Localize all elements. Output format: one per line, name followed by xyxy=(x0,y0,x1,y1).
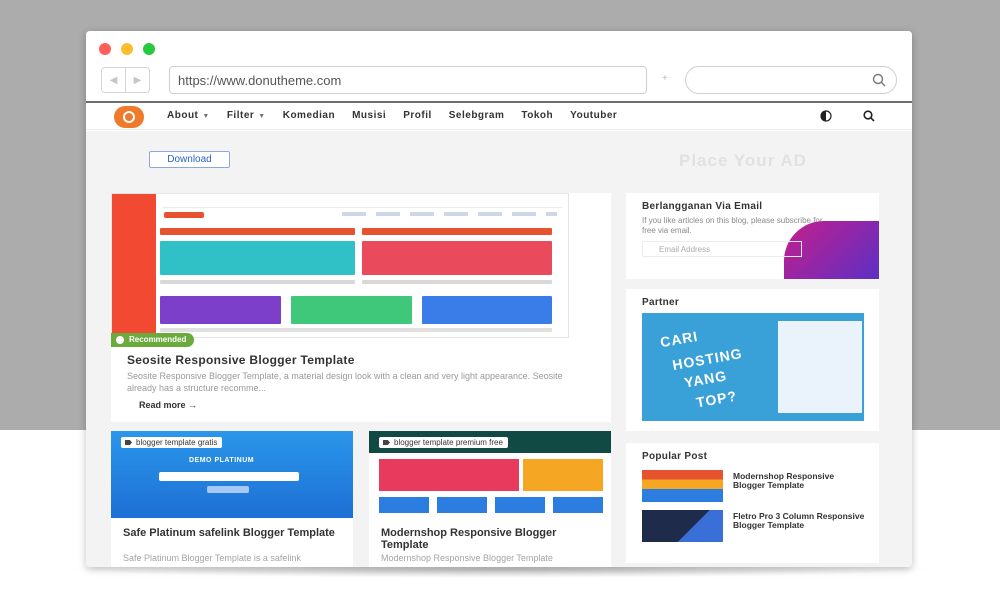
read-more-label: Read more xyxy=(139,400,186,410)
main-menu: About ▼ Filter ▼ Komedian Musisi Profil Se… xyxy=(167,110,617,121)
thumbnail-block xyxy=(362,280,552,284)
menu-item-filter[interactable]: Filter ▼ xyxy=(227,110,266,121)
chevron-down-icon: ▼ xyxy=(258,113,266,120)
popular-posts-widget: Popular Post Modernshop Responsive Blogg… xyxy=(626,443,879,563)
thumbnail-block xyxy=(291,296,412,324)
browser-search-input[interactable] xyxy=(685,66,897,94)
menu-item-tokoh[interactable]: Tokoh xyxy=(521,110,553,121)
banner-word: HOSTING xyxy=(671,344,744,374)
thumbnail-accent xyxy=(112,194,156,337)
download-button[interactable]: Download xyxy=(149,151,230,168)
post-excerpt: Safe Platinum Blogger Template is a safe… xyxy=(123,553,301,563)
banner-illustration xyxy=(778,321,862,413)
post-excerpt: Modernshop Responsive Blogger Template xyxy=(381,553,553,563)
email-subscribe-widget: Berlangganan Via Email If you like artic… xyxy=(626,193,879,279)
post-title[interactable]: Safe Platinum safelink Blogger Template xyxy=(123,527,348,539)
featured-post[interactable]: Recommended Seosite Responsive Blogger T… xyxy=(111,193,611,422)
popular-post-thumbnail[interactable] xyxy=(642,470,723,502)
thumbnail-block xyxy=(362,241,552,275)
arrow-right-icon: → xyxy=(188,400,198,410)
thumbnail-block xyxy=(362,228,552,235)
menu-item-youtuber[interactable]: Youtuber xyxy=(570,110,617,121)
menu-item-profil[interactable]: Profil xyxy=(403,110,432,121)
post-card[interactable]: blogger template premium free Modernshop… xyxy=(369,431,611,567)
post-title[interactable]: Modernshop Responsive Blogger Template xyxy=(381,527,606,551)
popular-post-thumbnail[interactable] xyxy=(642,510,723,542)
thumbnail-product-row xyxy=(379,497,603,513)
banner-word: CARI xyxy=(658,327,700,351)
popular-post-title[interactable]: Modernshop Responsive Blogger Template xyxy=(733,472,868,490)
thumbnail-block xyxy=(160,296,281,324)
search-icon[interactable] xyxy=(862,109,876,123)
ad-placeholder[interactable]: Place Your AD xyxy=(679,151,807,171)
widget-title: Popular Post xyxy=(642,451,708,462)
thumbnail-block xyxy=(160,280,355,284)
thumbnail-address-line xyxy=(162,198,562,208)
thumbnail-banner xyxy=(523,459,603,491)
back-arrow-icon: ◀ xyxy=(109,74,118,86)
thumbnail-menu xyxy=(342,212,557,216)
thumbnail-block xyxy=(422,296,552,324)
menu-item-about[interactable]: About ▼ xyxy=(167,110,210,121)
banner-word: YANG xyxy=(682,367,729,391)
thumbnail-block xyxy=(160,328,552,332)
partner-widget: Partner CARI HOSTING YANG TOP? xyxy=(626,289,879,431)
menu-item-selebgram[interactable]: Selebgram xyxy=(449,110,505,121)
thumbnail-input-mock xyxy=(159,472,299,481)
thumbnail-logo xyxy=(164,212,204,218)
post-tag[interactable]: blogger template premium free xyxy=(379,437,508,448)
forward-button[interactable]: ▶ xyxy=(125,68,149,92)
minimize-window-button[interactable] xyxy=(121,43,133,55)
maximize-window-button[interactable] xyxy=(143,43,155,55)
menu-item-label: Filter xyxy=(226,110,255,121)
popular-post-item[interactable]: Fletro Pro 3 Column Responsive Blogger T… xyxy=(642,510,864,544)
address-bar[interactable]: https://www.donutheme.com xyxy=(169,66,647,94)
read-more-link[interactable]: Read more → xyxy=(139,400,197,410)
post-card[interactable]: blogger template gratis DEMO PLATINUM Sa… xyxy=(111,431,353,567)
menu-item-musisi[interactable]: Musisi xyxy=(352,110,386,121)
menu-item-komedian[interactable]: Komedian xyxy=(283,110,335,121)
popular-post-title[interactable]: Fletro Pro 3 Column Responsive Blogger T… xyxy=(733,512,868,530)
dark-mode-toggle-icon[interactable] xyxy=(819,109,833,123)
browser-chrome: ◀ ▶ https://www.donutheme.com + xyxy=(86,31,912,103)
thumbnail-heading: DEMO PLATINUM xyxy=(189,457,255,464)
partner-banner[interactable]: CARI HOSTING YANG TOP? xyxy=(642,313,864,421)
browser-window: ◀ ▶ https://www.donutheme.com + About ▼ F… xyxy=(86,31,912,567)
back-button[interactable]: ◀ xyxy=(102,68,125,92)
post-thumbnail[interactable]: blogger template gratis DEMO PLATINUM xyxy=(111,431,353,518)
thumbnail-block xyxy=(160,241,355,275)
popular-post-item[interactable]: Modernshop Responsive Blogger Template xyxy=(642,470,864,504)
site-logo[interactable] xyxy=(114,106,144,128)
featured-post-title[interactable]: Seosite Responsive Blogger Template xyxy=(127,353,355,367)
close-window-button[interactable] xyxy=(99,43,111,55)
page-body: Download Place Your AD Recommended Seosi… xyxy=(86,131,912,567)
chevron-down-icon: ▼ xyxy=(202,113,210,120)
thumbnail-button-mock xyxy=(207,486,249,493)
new-tab-icon[interactable]: + xyxy=(662,73,668,84)
thumbnail-banner xyxy=(379,459,519,491)
site-header: About ▼ Filter ▼ Komedian Musisi Profil Se… xyxy=(86,103,912,130)
featured-post-excerpt: Seosite Responsive Blogger Template, a m… xyxy=(127,371,563,393)
forward-arrow-icon: ▶ xyxy=(133,74,142,86)
widget-title: Berlangganan Via Email xyxy=(642,201,763,212)
post-tag[interactable]: blogger template gratis xyxy=(121,437,223,448)
widget-title: Partner xyxy=(642,297,680,308)
featured-thumbnail[interactable] xyxy=(111,193,569,338)
menu-item-label: About xyxy=(167,110,199,121)
thumbnail-block xyxy=(160,228,355,235)
history-nav: ◀ ▶ xyxy=(101,67,150,93)
banner-word: TOP? xyxy=(694,387,739,411)
recommended-badge: Recommended xyxy=(111,333,195,347)
email-field[interactable]: Email Address xyxy=(642,241,802,257)
search-icon xyxy=(872,73,886,87)
post-thumbnail[interactable]: blogger template premium free xyxy=(369,431,611,518)
